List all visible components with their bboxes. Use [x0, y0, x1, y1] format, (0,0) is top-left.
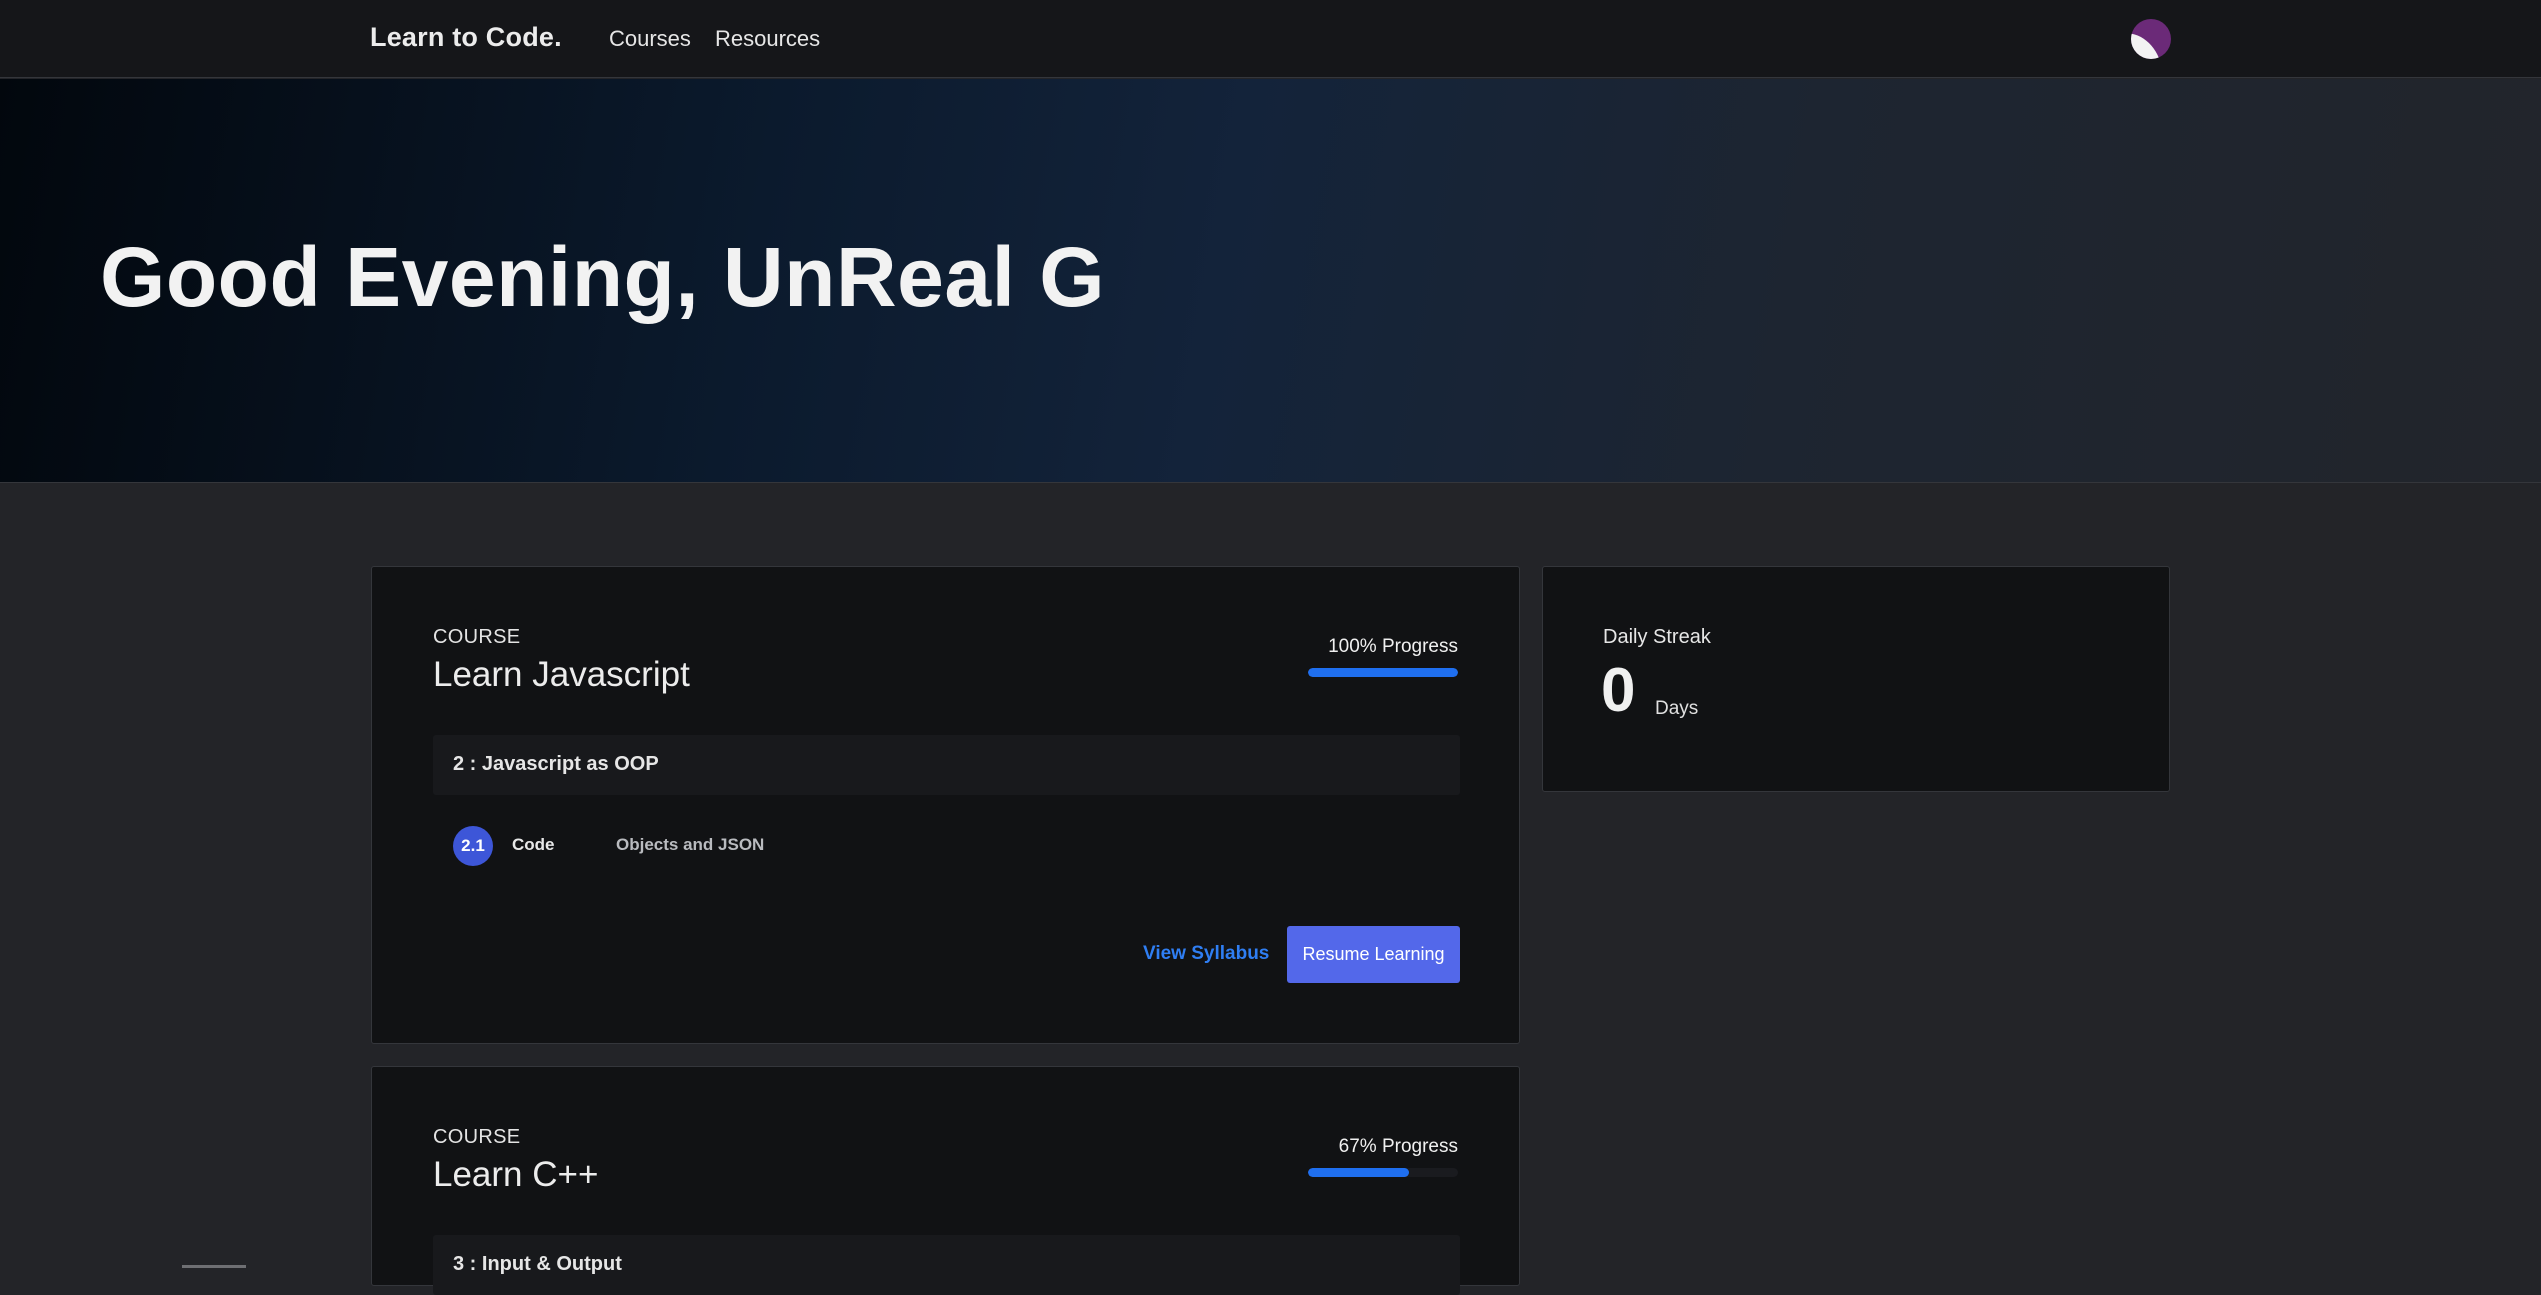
course-card: COURSE Learn C++ 67% Progress 3 : Input … [371, 1066, 1520, 1295]
streak-label: Daily Streak [1603, 626, 1711, 648]
progress-label: 67% Progress [1338, 1136, 1458, 1157]
view-syllabus-link[interactable]: View Syllabus [1143, 943, 1269, 965]
streak-unit: Days [1655, 698, 1699, 719]
greeting-heading: Good Evening, UnReal G [100, 230, 1106, 324]
course-eyebrow: COURSE [433, 1126, 521, 1148]
current-module[interactable]: 2 : Javascript as OOP [433, 735, 1460, 795]
progress-fill [1308, 1168, 1409, 1177]
daily-streak-card: Daily Streak 0 Days [1542, 566, 2170, 792]
progress-bar [1308, 668, 1458, 677]
course-title: Learn Javascript [433, 655, 690, 694]
lesson-type: Code [512, 835, 555, 854]
progress-bar [1308, 1168, 1458, 1177]
brand-logo[interactable]: Learn to Code. [370, 22, 562, 53]
progress-fill [1308, 668, 1458, 677]
user-avatar[interactable] [2131, 19, 2171, 59]
nav-link-resources[interactable]: Resources [715, 26, 820, 52]
course-card: COURSE Learn Javascript 100% Progress 2 … [371, 566, 1520, 1044]
course-eyebrow: COURSE [433, 626, 521, 648]
current-module[interactable]: 3 : Input & Output [433, 1235, 1460, 1295]
resume-learning-button[interactable]: Resume Learning [1287, 926, 1460, 983]
course-title: Learn C++ [433, 1155, 599, 1194]
lesson-number-badge: 2.1 [453, 826, 493, 866]
progress-label: 100% Progress [1328, 636, 1458, 657]
module-title: 3 : Input & Output [453, 1253, 622, 1275]
nav-link-courses[interactable]: Courses [609, 26, 691, 52]
streak-count: 0 [1601, 656, 1636, 725]
top-navigation: Learn to Code. Courses Resources [0, 0, 2541, 78]
avatar-image [2131, 25, 2161, 59]
lesson-name[interactable]: Objects and JSON [616, 835, 764, 855]
module-title: 2 : Javascript as OOP [453, 753, 659, 775]
hero-banner: Good Evening, UnReal G [0, 79, 2541, 483]
